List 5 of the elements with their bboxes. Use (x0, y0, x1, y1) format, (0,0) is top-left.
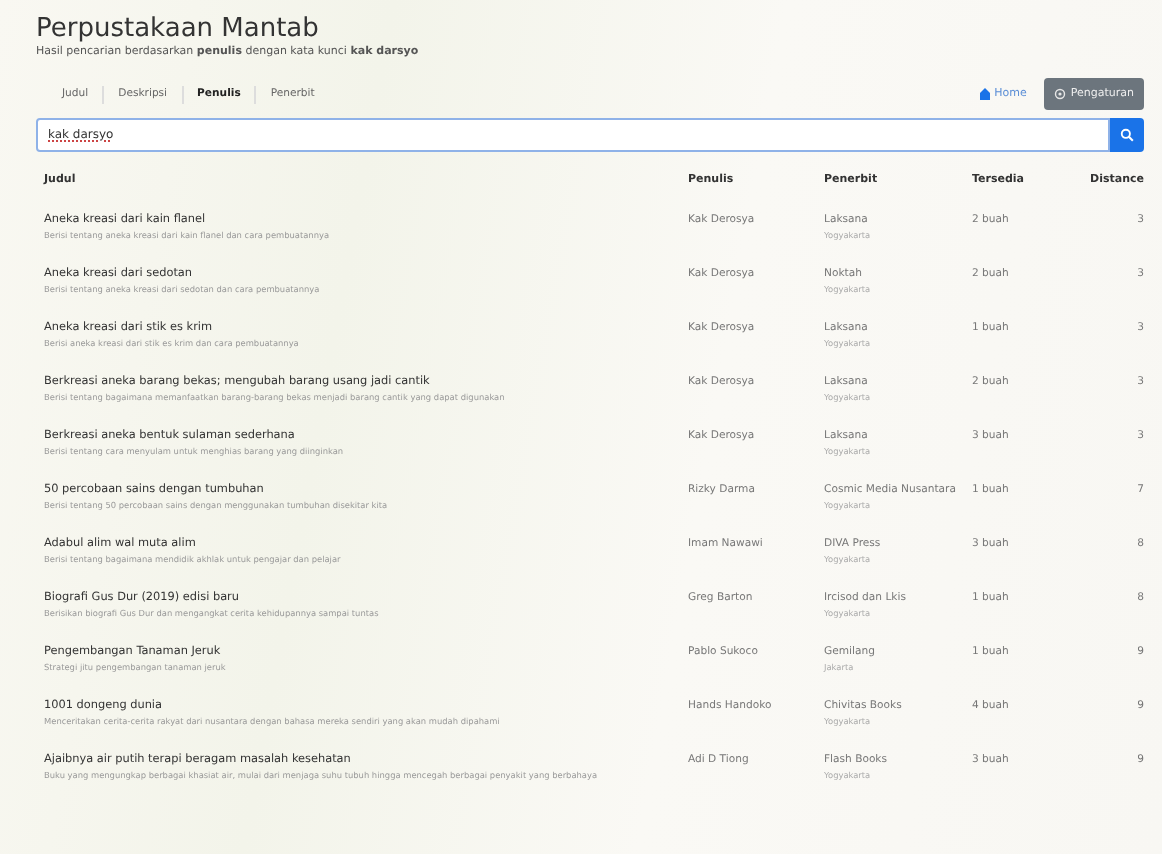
search-icon (1120, 128, 1134, 142)
page-title: Perpustakaan Mantab (36, 14, 321, 44)
gear-icon (1054, 88, 1067, 100)
house-icon (980, 88, 991, 100)
search-button[interactable] (1110, 118, 1144, 152)
